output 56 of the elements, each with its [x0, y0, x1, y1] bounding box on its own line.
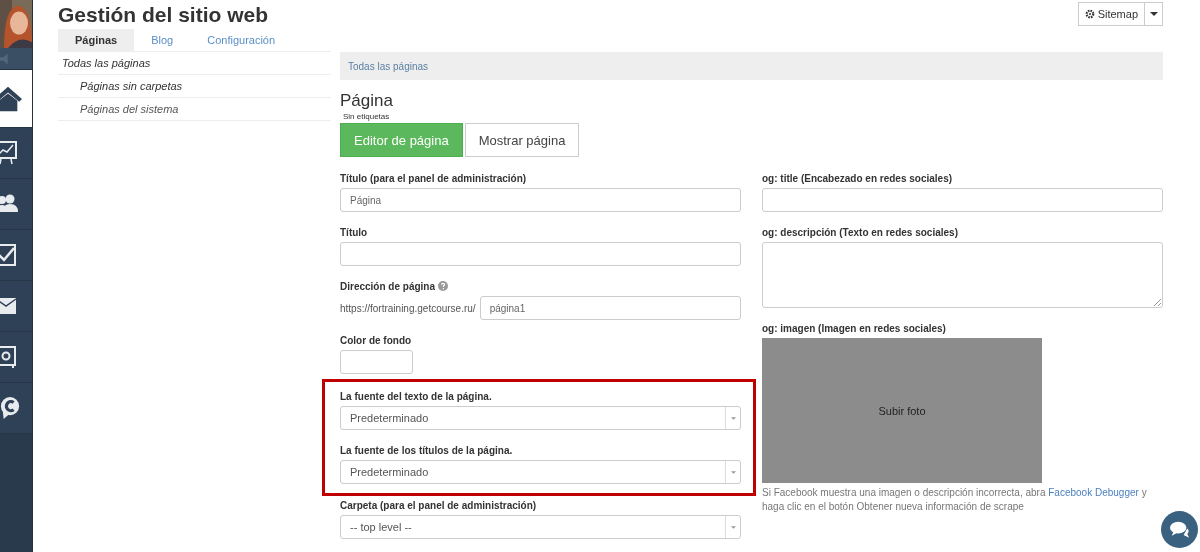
mode-button[interactable]: Mostrar página	[464, 123, 580, 157]
text-field[interactable]: Página	[340, 188, 741, 212]
text-field[interactable]	[340, 242, 741, 266]
page-heading: Página	[340, 91, 394, 111]
chat-bubbles-icon	[1169, 521, 1190, 538]
help-text: Si Facebook muestra una imagen o descripción incorrecta, abra Facebook Debugger y haga clic en el botón Obtener nueva información de scrape	[762, 486, 1148, 514]
field-label: Título	[340, 226, 368, 238]
slug-field[interactable]: página1	[479, 296, 741, 320]
tab[interactable]: Configuración	[190, 29, 293, 51]
nav-link[interactable]: Páginas del sistema	[58, 98, 331, 121]
text-field[interactable]	[762, 188, 1163, 212]
field-label: La fuente de los títulos de la página.	[340, 444, 513, 456]
caret-icon	[730, 525, 736, 529]
tab[interactable]: Páginas	[58, 29, 135, 51]
field-label: La fuente del texto de la página.	[340, 390, 492, 402]
debugger-link[interactable]: Facebook Debugger	[1048, 487, 1139, 498]
breadcrumb-link[interactable]: Todas las páginas	[348, 60, 429, 72]
chart-nav-item[interactable]	[0, 128, 32, 179]
field-label: og: title (Encabezado en redes sociales)	[762, 172, 953, 184]
chat-button[interactable]	[1161, 511, 1198, 548]
caret-icon	[730, 416, 736, 420]
home-icon	[0, 84, 22, 113]
users-nav-item[interactable]	[0, 179, 32, 230]
nav-link[interactable]: Todas las páginas	[58, 52, 331, 75]
select-field[interactable]: -- top level --	[340, 515, 741, 539]
caret-icon	[730, 470, 736, 474]
nav-link[interactable]: Páginas sin carpetas	[58, 75, 331, 98]
home-nav-item[interactable]	[0, 70, 32, 128]
field-label: Título (para el panel de administración)	[340, 172, 527, 184]
field-label: Color de fondo	[340, 334, 412, 346]
photo-upload-area[interactable]: Subir foto	[762, 338, 1042, 483]
select-field[interactable]: Predeterminado	[340, 460, 741, 484]
check-nav-item[interactable]	[0, 230, 32, 281]
chat-logo-icon	[0, 396, 20, 420]
color-field[interactable]	[340, 350, 413, 374]
sitemap-button[interactable]: Sitemap	[1077, 2, 1145, 26]
help-icon[interactable]	[438, 281, 449, 291]
chat-nav-item[interactable]	[0, 383, 32, 434]
select-field[interactable]: Predeterminado	[340, 406, 741, 430]
safe-icon	[0, 345, 18, 369]
url-prefix: https://fortraining.getcourse.ru/	[340, 302, 476, 314]
resize-grip-icon[interactable]	[1153, 298, 1161, 306]
field-label: og: imagen (Imagen en redes sociales)	[762, 322, 946, 334]
tags-text: Sin etiquetas	[343, 112, 391, 121]
page-title: Gestión del sitio web	[58, 3, 269, 27]
checkbox-icon	[0, 243, 18, 267]
gear-icon	[1084, 9, 1095, 19]
chart-icon	[0, 141, 18, 165]
tab[interactable]: Blog	[134, 29, 191, 51]
dropdown-button[interactable]	[1145, 2, 1163, 26]
field-label: Carpeta (para el panel de administración)	[340, 499, 537, 511]
field-label: og: descripción (Texto en redes sociales)	[762, 226, 958, 238]
caret-icon	[1149, 12, 1158, 16]
mail-nav-item[interactable]	[0, 281, 32, 332]
field-label: Dirección de página	[340, 280, 436, 292]
safe-nav-item[interactable]	[0, 332, 32, 383]
